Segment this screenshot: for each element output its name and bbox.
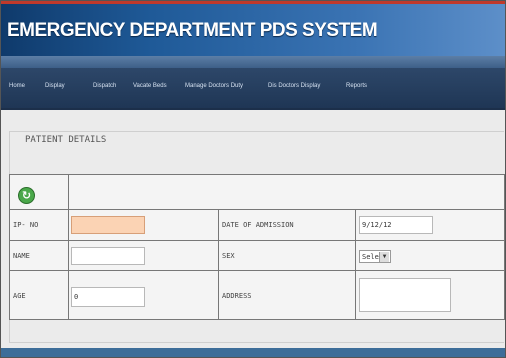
age-label: AGE — [13, 292, 26, 300]
footer-bar — [1, 348, 505, 357]
address-textarea[interactable] — [359, 278, 451, 312]
nav-strip — [1, 56, 505, 68]
sex-label-cell — [218, 240, 356, 271]
menu-display[interactable]: Display — [45, 83, 65, 89]
app-header: EMERGENCY DEPARTMENT PDS SYSTEM — [1, 4, 505, 56]
address-label: ADDRESS — [222, 292, 252, 300]
section-legend: PATIENT DETAILS — [21, 135, 111, 145]
sex-select[interactable]: Select ▼ — [359, 250, 391, 263]
date-of-admission-input[interactable] — [359, 216, 433, 234]
refresh-icon[interactable]: ↻ — [18, 187, 35, 204]
sex-label: SEX — [222, 252, 235, 260]
name-label: NAME — [13, 252, 30, 260]
ip-no-label: IP- NO — [13, 221, 39, 229]
menu-dispatch[interactable]: Dispatch — [93, 83, 116, 89]
menu-vacate-beds[interactable]: Vacate Beds — [133, 83, 167, 89]
name-input[interactable] — [71, 247, 145, 265]
icon-row-cell — [68, 174, 505, 210]
age-input[interactable] — [71, 287, 145, 307]
menu-manage-doctors-duty[interactable]: Manage Doctors Duty — [185, 83, 243, 89]
app-title: EMERGENCY DEPARTMENT PDS SYSTEM — [7, 20, 378, 41]
app-window: EMERGENCY DEPARTMENT PDS SYSTEM Home Dis… — [0, 0, 506, 358]
chevron-down-icon: ▼ — [379, 252, 389, 262]
ip-no-input[interactable] — [71, 216, 145, 234]
date-of-admission-label: DATE OF ADMISSION — [222, 221, 294, 229]
menu-home[interactable]: Home — [9, 83, 25, 89]
menu-reports[interactable]: Reports — [346, 83, 367, 89]
main-menu: Home Display Dispatch Vacate Beds Manage… — [1, 68, 505, 110]
menu-dis-doctors-display[interactable]: Dis Doctors Display — [268, 83, 320, 89]
